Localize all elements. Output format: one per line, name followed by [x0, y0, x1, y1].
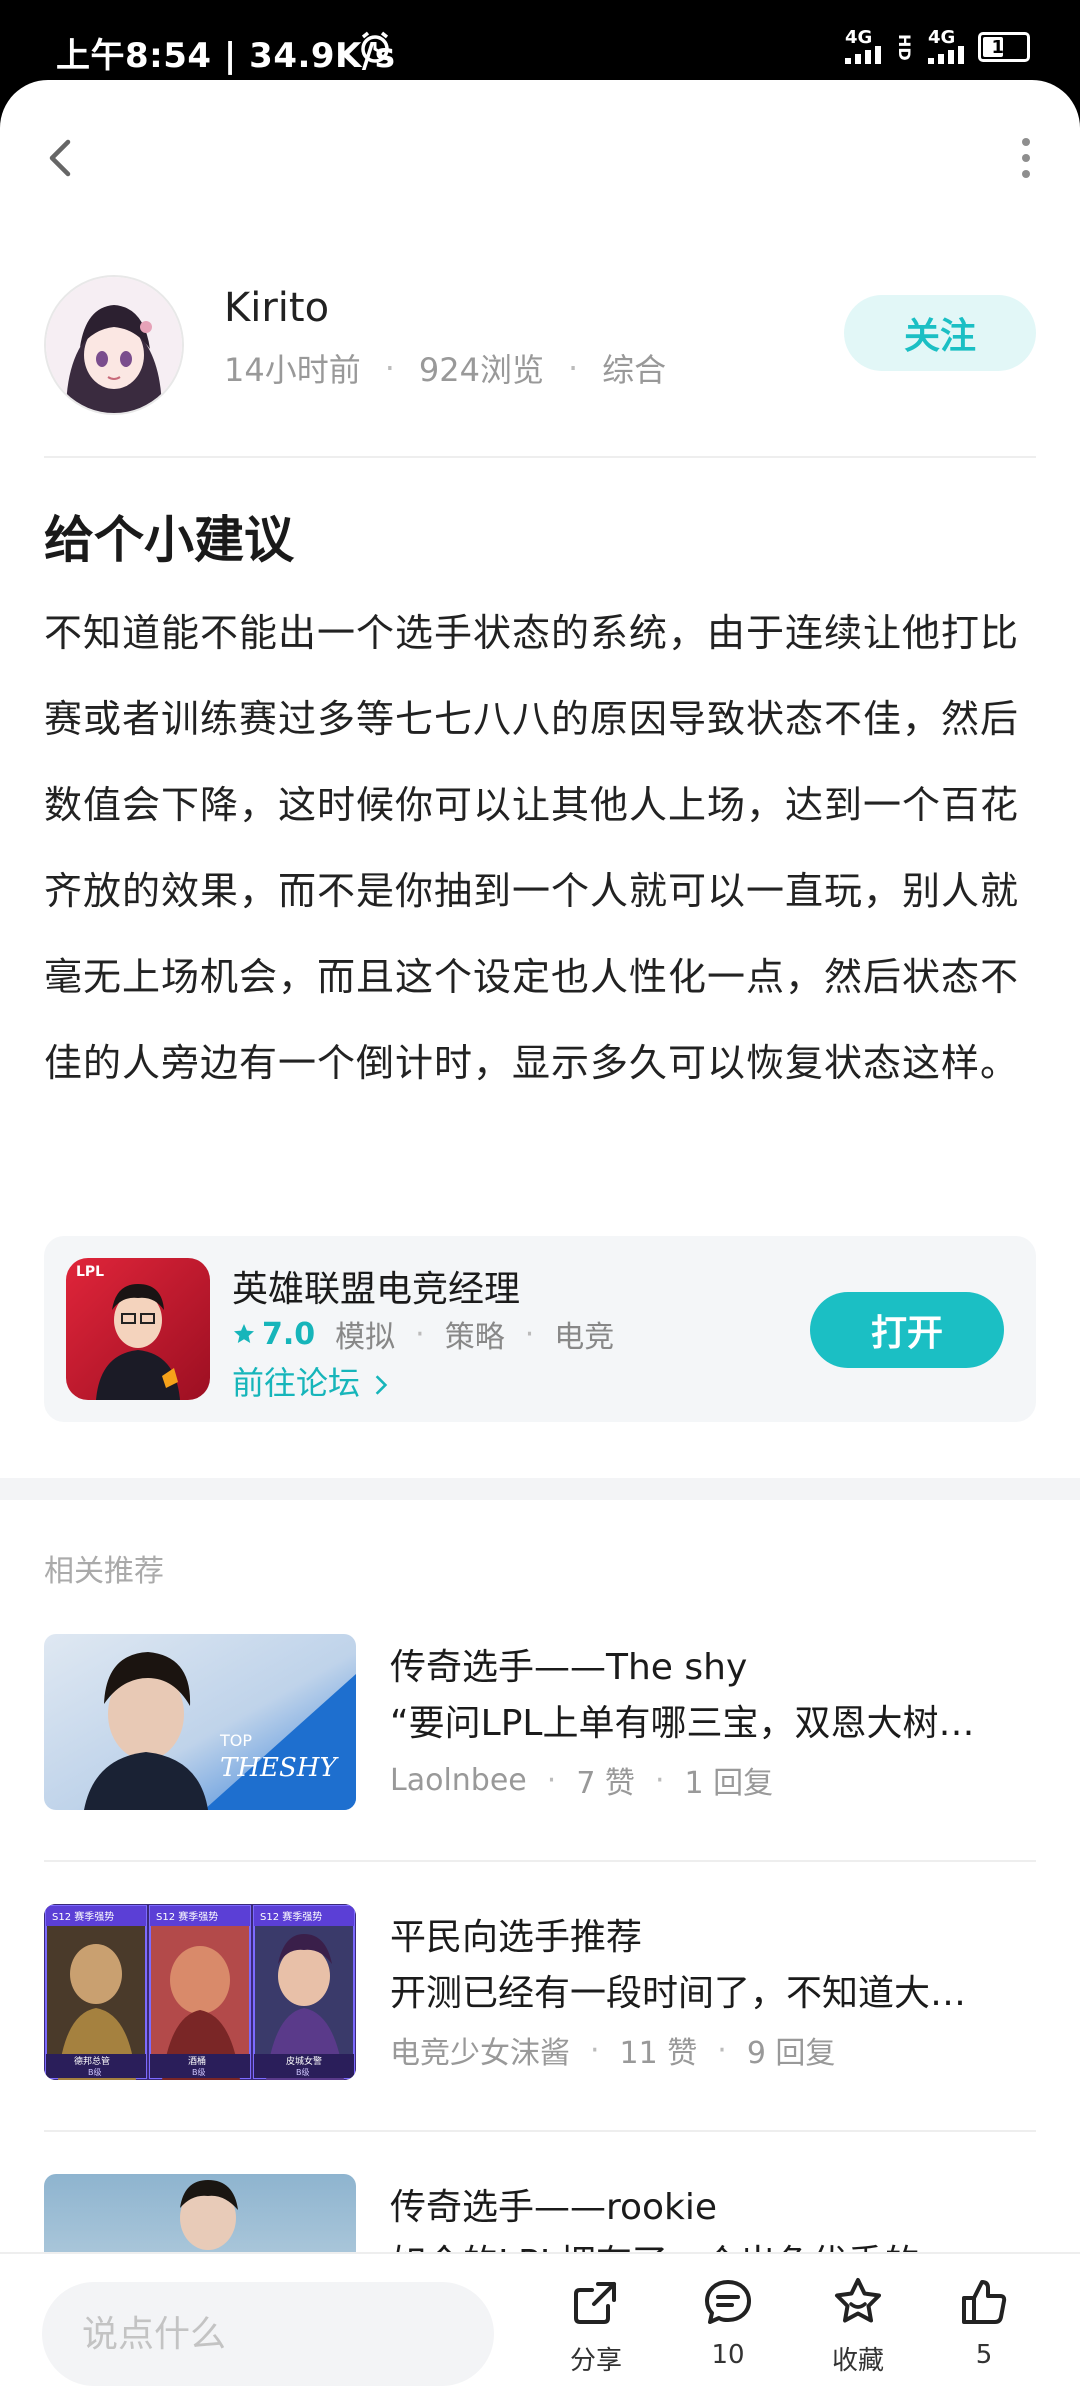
separator-dot: · — [590, 2032, 600, 2068]
status-time-speed: 上午8:54 | 34.9K/s — [56, 36, 396, 76]
favorite-button[interactable]: 收藏 — [808, 2274, 908, 2394]
post-time: 14小时前 — [224, 351, 361, 389]
author-meta: 14小时前 · 924浏览 · 综合 — [224, 345, 666, 391]
forum-link[interactable]: 前往论坛 — [232, 1358, 388, 1404]
post-body: 不知道能不能出一个选手状态的系统，由于连续让他打比赛或者训练赛过多等七七八八的原… — [44, 611, 1020, 1085]
divider — [44, 456, 1036, 458]
top-bar — [0, 80, 1080, 230]
rec-title: 平民向选手推荐 — [390, 1917, 643, 1958]
like-button[interactable]: 5 — [934, 2274, 1034, 2394]
game-tag: 电竞 — [554, 1320, 615, 1355]
card-badge: S12 赛季强势 — [52, 1910, 114, 1923]
share-label: 分享 — [569, 2346, 622, 2376]
card-tier: B级 — [296, 2067, 310, 2077]
comment-input[interactable] — [42, 2282, 494, 2386]
card-tier: B级 — [88, 2067, 102, 2077]
rec-replies: 1 回复 — [684, 1766, 774, 1801]
more-dot — [1022, 154, 1030, 162]
favorite-label: 收藏 — [831, 2346, 884, 2376]
bottom-action-bar: 分享 10 收藏 5 — [0, 2252, 1080, 2400]
section-divider — [0, 1478, 1080, 1500]
rec-likes: 7 赞 — [576, 1766, 635, 1801]
more-dot — [1022, 170, 1030, 178]
rec-snippet: “要问LPL上单有哪三宝，双恩大树… — [390, 1703, 975, 1744]
related-section-title: 相关推荐 — [44, 1554, 164, 1589]
star-icon — [234, 1324, 254, 1343]
divider — [44, 1860, 1036, 1862]
like-count: 5 — [975, 2340, 993, 2370]
network-type-2: 4G — [928, 27, 956, 48]
open-game-button[interactable]: 打开 — [810, 1292, 1004, 1368]
share-button[interactable]: 分享 — [546, 2274, 646, 2394]
chevron-right-icon — [375, 1375, 388, 1395]
status-bar: 上午8:54 | 34.9K/s 4G HD 4G 19 — [0, 0, 1080, 80]
separator-dot: · — [654, 1762, 665, 1798]
rec-replies: 9 回复 — [746, 2036, 836, 2071]
divider — [44, 2130, 1036, 2132]
thumb-label-name: THESHY — [220, 1753, 339, 1783]
game-tag: 模拟 — [335, 1320, 396, 1355]
game-rating: 7.0 — [232, 1317, 315, 1352]
separator-dot: · — [415, 1316, 425, 1352]
thumbnail: S12 赛季强势 德邦总管 B级 S12 赛季强势 酒桶 B级 S12 赛季强势… — [44, 1904, 356, 2080]
rec-title: 传奇选手——The shy — [390, 1647, 748, 1688]
rec-author: 电竞少女沫酱 — [390, 2036, 570, 2071]
separator-dot: · — [524, 1316, 535, 1352]
rec-meta: 电竞少女沫酱 · 11 赞 · 9 回复 — [390, 2028, 835, 2072]
post-title: 给个小建议 — [44, 511, 294, 569]
card-badge: S12 赛季强势 — [260, 1910, 322, 1923]
rec-title: 传奇选手——rookie — [390, 2187, 718, 2228]
alarm-icon — [358, 30, 392, 64]
post-detail-sheet: Kirito 14小时前 · 924浏览 · 综合 关注 给个小建议 不知道能不… — [0, 80, 1080, 2400]
card-name: 皮城女警 — [286, 2055, 322, 2067]
follow-button[interactable]: 关注 — [844, 295, 1036, 371]
game-card[interactable]: LPL 英雄联盟电竞经理 7.0 模拟 · 策略 · 电竞 前往论坛 打开 — [44, 1236, 1036, 1422]
rec-meta: Laolnbee · 7 赞 · 1 回复 — [390, 1758, 773, 1802]
author-row: Kirito 14小时前 · 924浏览 · 综合 关注 — [44, 275, 1036, 415]
game-name: 英雄联盟电竞经理 — [232, 1269, 521, 1310]
view-count: 924浏览 — [418, 351, 544, 389]
comment-icon — [705, 2280, 751, 2324]
star-outline-icon — [835, 2278, 881, 2323]
separator-dot: · — [384, 349, 395, 387]
comment-button[interactable]: 10 — [678, 2274, 778, 2394]
game-icon: LPL — [66, 1258, 210, 1400]
game-icon-label: LPL — [76, 1264, 104, 1280]
thumbnail: TOP THESHY — [44, 1634, 356, 1810]
more-dot — [1022, 138, 1030, 146]
card-name: 德邦总管 — [74, 2055, 110, 2067]
share-icon — [574, 2282, 616, 2324]
back-arrow-icon — [49, 139, 71, 177]
thumb-label-top: TOP — [219, 1731, 252, 1750]
rec-likes: 11 赞 — [619, 2036, 698, 2071]
card-name: 酒桶 — [188, 2055, 206, 2067]
rec-author: Laolnbee — [390, 1762, 527, 1798]
rec-snippet: 开测已经有一段时间了，不知道大… — [390, 1973, 967, 2014]
back-button[interactable] — [38, 128, 82, 188]
card-badge: S12 赛季强势 — [156, 1910, 218, 1923]
separator-dot: · — [568, 349, 579, 387]
post-category: 综合 — [602, 351, 667, 389]
separator-dot: · — [546, 1762, 557, 1798]
game-tag: 策略 — [444, 1320, 505, 1355]
hd-label: HD — [895, 33, 914, 61]
more-options-button[interactable] — [1006, 138, 1046, 178]
author-name[interactable]: Kirito — [224, 285, 329, 331]
comment-count: 10 — [711, 2340, 745, 2370]
battery-icon: 19 — [978, 32, 1030, 62]
network-type-1: 4G — [845, 27, 873, 48]
signal-icon-2 — [928, 46, 964, 64]
card-tier: B级 — [192, 2067, 206, 2077]
avatar[interactable] — [44, 275, 184, 415]
signal-icon-1 — [845, 46, 881, 64]
list-item[interactable]: S12 赛季强势 德邦总管 B级 S12 赛季强势 酒桶 B级 S12 赛季强势… — [44, 1904, 1036, 2082]
game-meta: 7.0 模拟 · 策略 · 电竞 — [232, 1312, 614, 1356]
separator-dot: · — [717, 2032, 727, 2068]
list-item[interactable]: TOP THESHY 传奇选手——The shy “要问LPL上单有哪三宝，双恩… — [44, 1634, 1036, 1812]
thumbs-up-icon — [962, 2280, 1007, 2324]
